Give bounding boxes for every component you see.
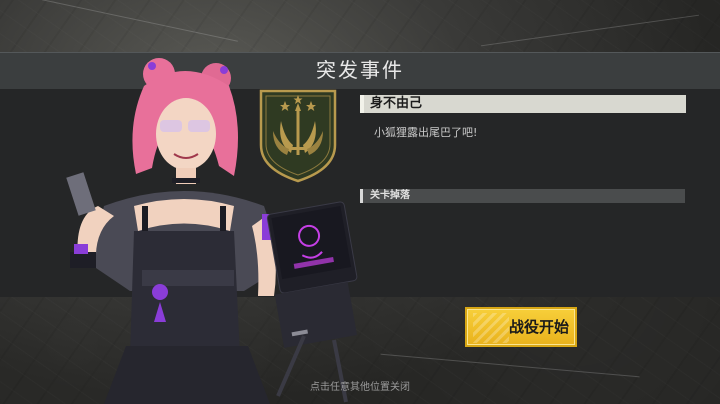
event-name: 身不由己: [370, 96, 423, 111]
dismiss-hint: 点击任意其他位置关闭: [310, 382, 410, 393]
event-description: 小狐狸露出尾巴了吧!: [374, 126, 478, 139]
game-screen[interactable]: 突发事件 身不由己 小狐狸露出尾巴了吧! 关卡掉落 战役开始 点击任意其他位置关…: [0, 0, 720, 404]
drops-section-label: 关卡掉落: [370, 190, 410, 201]
start-battle-button[interactable]: 战役开始: [465, 307, 577, 347]
stripes-deco-icon: [473, 313, 509, 343]
character-portrait: [66, 58, 358, 404]
dialog-title: 突发事件: [316, 58, 404, 82]
start-battle-label: 战役开始: [508, 318, 569, 336]
